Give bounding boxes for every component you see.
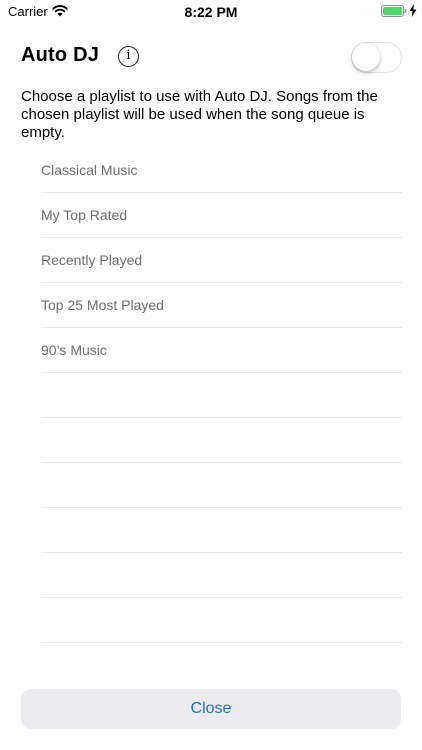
page-title: Auto DJ — [21, 44, 100, 66]
lightning-bolt-icon — [409, 4, 417, 17]
empty-row — [41, 598, 402, 643]
empty-row — [41, 508, 402, 553]
playlist-row[interactable]: Top 25 Most Played — [41, 283, 402, 328]
status-bar: Carrier 8:22 PM — [0, 0, 422, 24]
playlist-row[interactable]: My Top Rated — [41, 193, 402, 238]
playlist-row[interactable]: Classical Music — [41, 148, 402, 193]
playlist-list: Classical Music My Top Rated Recently Pl… — [41, 148, 402, 643]
empty-row — [41, 553, 402, 598]
description-text: Choose a playlist to use with Auto DJ. S… — [21, 88, 378, 141]
toggle-knob — [352, 43, 380, 71]
info-icon[interactable]: i — [118, 46, 139, 67]
battery-charging-icon — [381, 5, 407, 17]
auto-dj-toggle[interactable] — [351, 42, 402, 73]
status-time: 8:22 PM — [184, 4, 238, 20]
playlist-row[interactable]: 90’s Music — [41, 328, 402, 373]
playlist-row[interactable]: Recently Played — [41, 238, 402, 283]
empty-row — [41, 463, 402, 508]
empty-row — [41, 373, 402, 418]
close-button[interactable]: Close — [21, 689, 401, 729]
empty-row — [41, 418, 402, 463]
